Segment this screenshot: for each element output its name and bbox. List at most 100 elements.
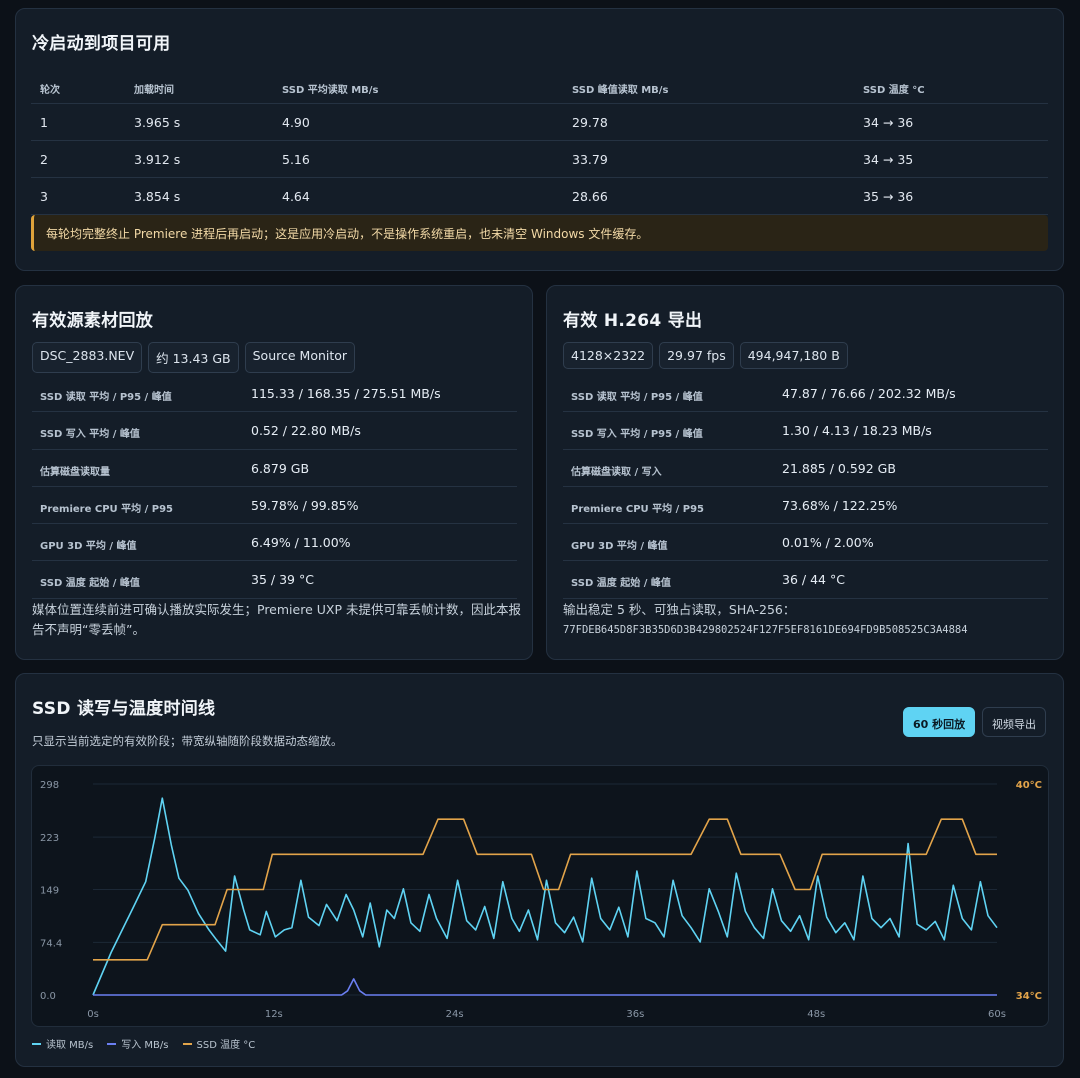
temp-max-label: 40°C [1016,780,1042,791]
x-tick-label: 24s [446,1009,464,1020]
legend-swatch-write [107,1042,117,1045]
export-title: 有效 H.264 导出 [563,311,703,331]
table-cell: 3.912 s [134,152,181,167]
x-tick-label: 0s [87,1009,99,1020]
table-cell: 3.854 s [134,189,181,204]
legend-item-temp: SSD 温度 °C [182,1036,256,1051]
metric-row: GPU 3D 平均 / 峰值 0.01% / 2.00% [563,524,1048,562]
metric-label: SSD 温度 起始 / 峰值 [571,578,671,590]
column-header: 轮次 [40,85,60,96]
export-card: 有效 H.264 导出 4128×2322 29.97 fps 494,947,… [546,285,1064,660]
table-cell: 3.965 s [134,115,181,130]
metric-value: 59.78% / 99.85% [251,497,359,513]
sha256-hash: 77FDEB645D8F3B35D6D3B429802524F127F5EF81… [563,624,968,636]
metric-label: GPU 3D 平均 / 峰值 [571,541,668,553]
tab-playback-60s[interactable]: 60 秒回放 [903,707,976,737]
metric-row: GPU 3D 平均 / 峰值 6.49% / 11.00% [32,524,517,562]
file-name-chip: DSC_2883.NEV [32,342,143,373]
metric-value: 0.01% / 2.00% [782,535,874,551]
x-tick-label: 48s [807,1009,825,1020]
table-cell: 35 → 36 [863,189,914,204]
metric-label: Premiere CPU 平均 / P95 [40,503,173,515]
tab-video-export[interactable]: 视频导出 [982,707,1046,737]
footnote-line: 输出稳定 5 秒、可独占读取，SHA-256： [563,602,796,617]
playback-title: 有效源素材回放 [32,311,154,331]
legend-item-read: 读取 MB/s [32,1036,93,1051]
timeline-chart-svg: 0.0 74.4 149 223 298 0s 12s 24s 36s 48s 60s 40°C 34°… [40,780,1042,1020]
metric-value: 35 / 39 °C [251,572,314,588]
metric-row: Premiere CPU 平均 / P95 59.78% / 99.85% [32,487,517,525]
table-cell: 2 [40,152,48,167]
table-cell: 34 → 35 [863,152,914,167]
metric-value: 47.87 / 76.66 / 202.32 MB/s [782,386,956,401]
cold-start-note: 每轮均完整终止 Premiere 进程后再启动；这是应用冷启动，不是操作系统重启… [31,215,1048,251]
metric-row: 估算磁盘读取量 6.879 GB [32,450,517,487]
table-row: 1 3.965 s 4.90 29.78 34 → 36 [31,104,1048,141]
table-row: 3 3.854 s 4.64 28.66 35 → 36 [31,178,1048,215]
metric-value: 6.879 GB [251,460,310,476]
x-tick-label: 60s [988,1009,1006,1020]
table-cell: 3 [40,189,48,204]
metric-value: 36 / 44 °C [782,572,845,588]
metric-row: SSD 读取 平均 / P95 / 峰值 115.33 / 168.35 / 27… [32,375,517,413]
legend-swatch-read [32,1042,41,1045]
playback-footnote: 媒体位置连续前进可确认播放实际发生；Premiere UXP 未提供可靠丢帧计数… [32,600,522,640]
timeline-title: SSD 读写与温度时间线 [32,699,216,719]
export-chips: 4128×2322 29.97 fps 494,947,180 B [563,342,848,369]
playback-chips: DSC_2883.NEV 约 13.43 GB Source Monitor [32,342,356,373]
timeline-card: SSD 读写与温度时间线 只显示当前选定的有效阶段；带宽纵轴随阶段数据动态缩放。… [15,673,1064,1067]
metric-label: SSD 温度 起始 / 峰值 [40,578,140,590]
metric-row: SSD 读取 平均 / P95 / 峰值 47.87 / 76.66 / 202.… [563,375,1048,413]
timeline-chart: 0.0 74.4 149 223 298 0s 12s 24s 36s 48s 60s 40°C 34°… [31,765,1049,1027]
metric-label: SSD 写入 平均 / P95 / 峰值 [571,429,703,441]
metric-label: 估算磁盘读取量 [40,466,110,478]
footnote-line: 媒体位置连续前进可确认播放实际发生；Premiere UXP 未提供可靠丢帧计数… [32,602,521,617]
table-cell: 33.79 [572,152,608,167]
legend-label: 写入 MB/s [121,1040,169,1051]
metric-row: SSD 写入 平均 / 峰值 0.52 / 22.80 MB/s [32,412,517,450]
metric-value: 73.68% / 122.25% [782,497,898,513]
metric-label: SSD 写入 平均 / 峰值 [40,429,140,441]
y-tick-label: 74.4 [40,938,62,949]
column-header: SSD 平均读取 MB/s [282,85,379,96]
series-line-write [93,978,997,996]
legend-label: 读取 MB/s [46,1040,94,1051]
y-tick-label: 0.0 [40,991,56,1002]
table-cell: 4.90 [282,115,310,130]
metric-row: 估算磁盘读取 / 写入 21.885 / 0.592 GB [563,450,1048,487]
table-cell: 1 [40,115,48,130]
y-tick-label: 298 [40,780,59,791]
table-cell: 29.78 [572,115,608,130]
metric-label: 估算磁盘读取 / 写入 [571,466,662,478]
resolution-chip: 4128×2322 [563,342,654,369]
timeline-subtitle: 只显示当前选定的有效阶段；带宽纵轴随阶段数据动态缩放。 [32,734,343,748]
chart-legend: 读取 MB/s 写入 MB/s SSD 温度 °C [32,1036,255,1051]
monitor-chip: Source Monitor [244,342,356,373]
table-cell: 5.16 [282,152,310,167]
legend-swatch-temp [182,1042,192,1045]
metric-value: 0.52 / 22.80 MB/s [251,423,361,439]
temp-min-label: 34°C [1016,991,1042,1002]
table-header-row: 轮次 加载时间 SSD 平均读取 MB/s SSD 峰值读取 MB/s SSD … [31,67,1048,104]
export-metrics: SSD 读取 平均 / P95 / 峰值 47.87 / 76.66 / 202.… [563,375,1048,599]
legend-item-write: 写入 MB/s [107,1036,169,1051]
playback-card: 有效源素材回放 DSC_2883.NEV 约 13.43 GB Source M… [15,285,533,660]
table-row: 2 3.912 s 5.16 33.79 34 → 35 [31,141,1048,178]
column-header: 加载时间 [134,85,174,96]
metric-row: Premiere CPU 平均 / P95 73.68% / 122.25% [563,487,1048,525]
legend-label: SSD 温度 °C [196,1040,256,1051]
cold-start-card: 冷启动到项目可用 轮次 加载时间 SSD 平均读取 MB/s SSD 峰值读取 … [15,8,1064,271]
export-footnote: 输出稳定 5 秒、可独占读取，SHA-256： 77FDEB645D8F3B35… [563,600,1053,640]
series-line-read [92,797,998,996]
cold-start-title: 冷启动到项目可用 [32,34,171,54]
file-size-chip: 约 13.43 GB [148,342,239,373]
metric-value: 115.33 / 168.35 / 275.51 MB/s [251,386,441,401]
metric-value: 6.49% / 11.00% [251,535,351,551]
metric-label: GPU 3D 平均 / 峰值 [40,541,137,553]
metric-row: SSD 温度 起始 / 峰值 35 / 39 °C [32,561,517,599]
metric-label: SSD 读取 平均 / P95 / 峰值 [571,392,703,403]
column-header: SSD 峰值读取 MB/s [572,85,669,96]
footnote-line: 告不声明“零丢帧”。 [32,622,145,637]
metric-row: SSD 温度 起始 / 峰值 36 / 44 °C [563,561,1048,599]
column-header: SSD 温度 °C [863,85,925,96]
